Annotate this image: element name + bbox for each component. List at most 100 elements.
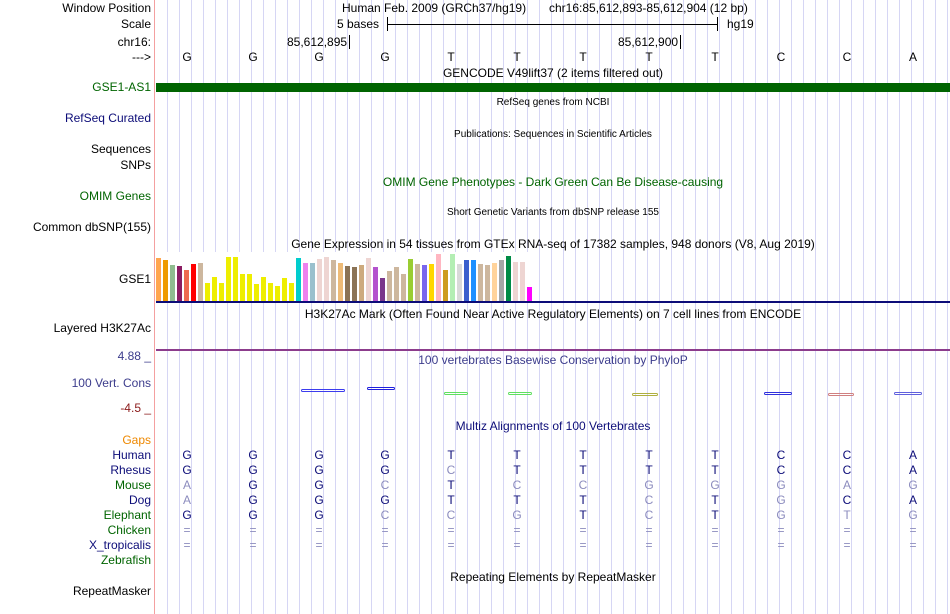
aligned-base: =	[777, 523, 785, 537]
gtex-tissue-bar[interactable]	[408, 259, 413, 301]
gtex-tissue-bar[interactable]	[394, 267, 399, 301]
aligned-base: T	[513, 463, 521, 477]
gtex-tissue-bar[interactable]	[212, 276, 217, 301]
gtex-tissue-bar[interactable]	[198, 262, 203, 301]
gtex-tissue-bar[interactable]	[240, 273, 245, 301]
label-omim-genes[interactable]: OMIM Genes	[80, 189, 151, 203]
gtex-tissue-bar[interactable]	[457, 263, 462, 301]
species-label[interactable]: Rhesus	[110, 463, 151, 477]
species-label[interactable]: Chicken	[108, 523, 151, 537]
aligned-base: G	[248, 448, 258, 462]
aligned-base: T	[579, 493, 587, 507]
gtex-chart[interactable]	[156, 252, 534, 301]
gtex-tissue-bar[interactable]	[352, 267, 357, 301]
gtex-tissue-bar[interactable]	[380, 278, 385, 301]
aligned-base: C	[446, 508, 456, 522]
species-label[interactable]: Mouse	[115, 478, 151, 492]
species-label[interactable]: Elephant	[104, 508, 151, 522]
gtex-tissue-bar[interactable]	[401, 273, 406, 301]
gtex-tissue-bar[interactable]	[513, 262, 518, 301]
aligned-base: T	[579, 508, 587, 522]
species-label[interactable]: Human	[112, 448, 151, 462]
aligned-base: =	[447, 523, 455, 537]
gtex-tissue-bar[interactable]	[268, 282, 273, 301]
base-letter: G	[380, 50, 390, 64]
label-h3k27ac[interactable]: Layered H3K27Ac	[54, 321, 151, 335]
gtex-tissue-bar[interactable]	[205, 282, 210, 301]
aligned-base: T	[447, 478, 455, 492]
gtex-tissue-bar[interactable]	[261, 276, 266, 301]
phylop-mark	[444, 392, 468, 395]
label-gse1-as1[interactable]: GSE1-AS1	[92, 80, 151, 94]
gtex-tissue-bar[interactable]	[233, 257, 238, 301]
aligned-base: =	[777, 538, 785, 552]
phylop-mark	[367, 387, 395, 390]
gtex-tissue-bar[interactable]	[478, 263, 483, 301]
gtex-tissue-bar[interactable]	[506, 256, 511, 301]
gtex-tissue-bar[interactable]	[387, 270, 392, 301]
gtex-tissue-bar[interactable]	[331, 260, 336, 301]
species-label[interactable]: Zebrafish	[101, 553, 151, 567]
aligned-base: =	[381, 538, 389, 552]
gtex-tissue-bar[interactable]	[177, 266, 182, 301]
gtex-tissue-bar[interactable]	[422, 264, 427, 301]
gtex-tissue-bar[interactable]	[163, 260, 168, 301]
gtex-tissue-bar[interactable]	[282, 278, 287, 301]
aligned-base: A	[908, 493, 917, 507]
gtex-tissue-bar[interactable]	[471, 260, 476, 301]
gtex-tissue-bar[interactable]	[289, 282, 294, 301]
base-letter: G	[314, 50, 324, 64]
gtex-tissue-bar[interactable]	[373, 267, 378, 301]
label-snps[interactable]: SNPs	[120, 158, 151, 172]
gtex-tissue-bar[interactable]	[450, 254, 455, 301]
gtex-tissue-bar[interactable]	[191, 263, 196, 301]
base-letter: A	[908, 50, 917, 64]
gtex-tissue-bar[interactable]	[359, 264, 364, 301]
gtex-tissue-bar[interactable]	[429, 263, 434, 301]
label-gse1[interactable]: GSE1	[119, 272, 151, 286]
gtex-tissue-bar[interactable]	[219, 282, 224, 301]
gtex-tissue-bar[interactable]	[296, 258, 301, 301]
gtex-tissue-bar[interactable]	[436, 254, 441, 301]
aligned-base: =	[711, 523, 719, 537]
gtex-tissue-bar[interactable]	[156, 258, 161, 301]
label-sequences[interactable]: Sequences	[91, 142, 151, 156]
gtex-tissue-bar[interactable]	[464, 260, 469, 301]
gtex-tissue-bar[interactable]	[345, 266, 350, 301]
gtex-tissue-bar[interactable]	[184, 269, 189, 301]
gtex-tissue-bar[interactable]	[226, 257, 231, 301]
species-label[interactable]: X_tropicalis	[89, 538, 151, 552]
label-dbsnp[interactable]: Common dbSNP(155)	[33, 220, 151, 234]
gencode-gene-bar[interactable]	[156, 83, 950, 92]
aligned-base: =	[843, 538, 851, 552]
gtex-tissue-bar[interactable]	[443, 269, 448, 301]
gtex-tissue-bar[interactable]	[492, 262, 497, 301]
gtex-tissue-bar[interactable]	[317, 259, 322, 301]
gtex-tissue-bar[interactable]	[527, 287, 532, 301]
gtex-tissue-bar[interactable]	[170, 264, 175, 301]
gtex-tissue-bar[interactable]	[366, 258, 371, 301]
label-cons-min: -4.5 _	[120, 401, 151, 415]
gtex-tissue-bar[interactable]	[485, 264, 490, 301]
gtex-tissue-bar[interactable]	[310, 262, 315, 301]
gtex-tissue-bar[interactable]	[499, 260, 504, 301]
gtex-tissue-bar[interactable]	[303, 262, 308, 301]
label-100-vert-cons[interactable]: 100 Vert. Cons	[72, 376, 151, 390]
gtex-tissue-bar[interactable]	[415, 263, 420, 301]
gtex-tissue-bar[interactable]	[247, 273, 252, 301]
aligned-base: C	[644, 508, 654, 522]
gtex-tissue-bar[interactable]	[275, 285, 280, 301]
aligned-base: A	[908, 448, 917, 462]
gtex-tissue-bar[interactable]	[338, 262, 343, 301]
label-refseq-curated[interactable]: RefSeq Curated	[65, 111, 151, 125]
gtex-tissue-bar[interactable]	[254, 283, 259, 301]
aligned-base: =	[843, 523, 851, 537]
gtex-tissue-bar[interactable]	[520, 262, 525, 301]
aligned-base: G	[182, 463, 192, 477]
base-letter: T	[447, 50, 455, 64]
species-label[interactable]: Dog	[129, 493, 151, 507]
label-repeatmasker[interactable]: RepeatMasker	[73, 584, 151, 598]
aligned-base: =	[579, 538, 587, 552]
gtex-tissue-bar[interactable]	[324, 257, 329, 301]
track-area[interactable]: Human Feb. 2009 (GRCh37/hg19) chr16:85,6…	[156, 0, 950, 614]
